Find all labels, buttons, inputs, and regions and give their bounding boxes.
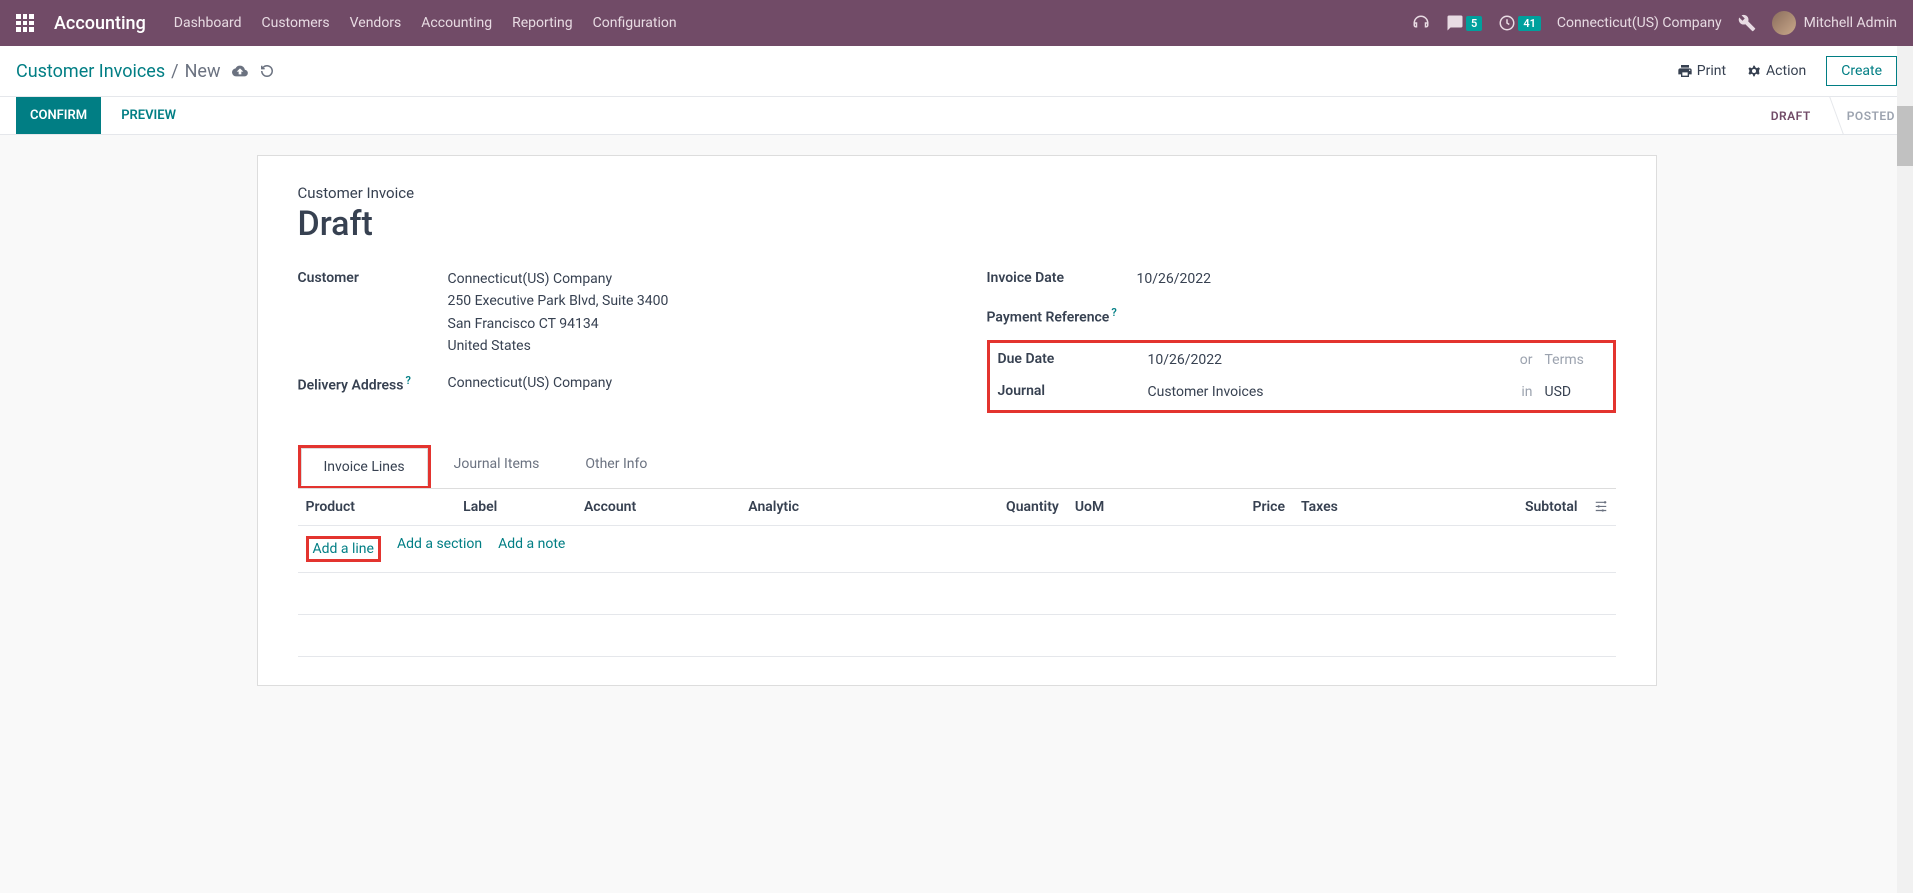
label-customer: Customer [298, 268, 448, 286]
create-button[interactable]: Create [1826, 56, 1897, 86]
col-uom: UoM [1067, 489, 1176, 526]
add-note-link[interactable]: Add a note [498, 536, 565, 562]
avatar [1772, 11, 1796, 35]
label-delivery-address: Delivery Address? [298, 372, 448, 394]
customer-city: San Francisco CT 94134 [448, 313, 927, 335]
tab-invoice-lines[interactable]: Invoice Lines [301, 448, 428, 486]
breadcrumb-parent[interactable]: Customer Invoices [16, 61, 165, 82]
breadcrumb-sep: / [171, 61, 178, 82]
nav-vendors[interactable]: Vendors [350, 15, 402, 31]
tabs: Invoice Lines Journal Items Other Info [298, 445, 1616, 489]
col-label: Label [455, 489, 576, 526]
nav-dashboard[interactable]: Dashboard [174, 15, 242, 31]
messages-icon[interactable]: 5 [1446, 14, 1482, 32]
col-analytic: Analytic [740, 489, 901, 526]
print-button[interactable]: Print [1677, 63, 1726, 79]
status-bar: CONFIRM PREVIEW DRAFT POSTED [0, 97, 1913, 135]
label-invoice-date: Invoice Date [987, 268, 1137, 286]
label-journal: Journal [998, 381, 1148, 399]
scrollbar-thumb[interactable] [1897, 106, 1913, 166]
nav-accounting[interactable]: Accounting [421, 15, 492, 31]
journal-in: in [1521, 381, 1532, 403]
debug-icon[interactable] [1738, 14, 1756, 32]
customer-field[interactable]: Connecticut(US) Company 250 Executive Pa… [448, 268, 927, 358]
highlight-box-journal: Due Date 10/26/2022 or Terms Journal Cus… [987, 340, 1616, 413]
table-row [298, 573, 1616, 615]
nav-customers[interactable]: Customers [262, 15, 330, 31]
form-subtitle: Customer Invoice [298, 184, 1616, 202]
col-account: Account [576, 489, 740, 526]
invoice-date-field[interactable]: 10/26/2022 [1137, 268, 1616, 290]
settings-icon [1594, 500, 1608, 514]
col-taxes: Taxes [1293, 489, 1420, 526]
table-row [298, 615, 1616, 657]
apps-icon[interactable] [16, 14, 34, 32]
col-settings[interactable] [1586, 489, 1616, 526]
breadcrumb-bar: Customer Invoices / New Print Action Cre… [0, 46, 1913, 97]
support-icon[interactable] [1412, 14, 1430, 32]
help-icon[interactable]: ? [405, 374, 410, 387]
tab-other-info[interactable]: Other Info [562, 445, 670, 488]
preview-button[interactable]: PREVIEW [121, 108, 176, 123]
brand-label[interactable]: Accounting [54, 13, 146, 34]
scrollbar[interactable] [1897, 46, 1913, 893]
col-price: Price [1176, 489, 1293, 526]
customer-name: Connecticut(US) Company [448, 268, 927, 290]
action-label: Action [1766, 63, 1806, 79]
col-subtotal: Subtotal [1420, 489, 1585, 526]
label-due-date: Due Date [998, 349, 1148, 367]
highlight-box-addline: Add a line [306, 536, 381, 562]
nav-reporting[interactable]: Reporting [512, 15, 573, 31]
col-quantity: Quantity [901, 489, 1067, 526]
messages-badge: 5 [1466, 16, 1482, 31]
action-menu[interactable]: Action [1746, 63, 1806, 79]
nav-configuration[interactable]: Configuration [593, 15, 677, 31]
terms-field[interactable]: Terms [1545, 349, 1605, 371]
confirm-button[interactable]: CONFIRM [16, 97, 101, 134]
status-draft[interactable]: DRAFT [1753, 97, 1829, 134]
currency-field[interactable]: USD [1545, 381, 1605, 403]
highlight-box-tab: Invoice Lines [298, 445, 431, 488]
due-date-field[interactable]: 10/26/2022 [1148, 349, 1508, 371]
breadcrumb: Customer Invoices / New [16, 61, 274, 82]
add-section-link[interactable]: Add a section [397, 536, 482, 562]
user-menu[interactable]: Mitchell Admin [1772, 11, 1897, 35]
tab-journal-items[interactable]: Journal Items [431, 445, 563, 488]
form-title: Draft [298, 204, 1616, 244]
activities-badge: 41 [1518, 16, 1541, 31]
delivery-address-field[interactable]: Connecticut(US) Company [448, 372, 927, 394]
navbar: Accounting Dashboard Customers Vendors A… [0, 0, 1913, 46]
invoice-lines-table: Product Label Account Analytic Quantity … [298, 489, 1616, 658]
journal-field[interactable]: Customer Invoices [1148, 381, 1510, 403]
cloud-upload-icon[interactable] [232, 63, 248, 79]
print-label: Print [1697, 63, 1726, 79]
discard-icon[interactable] [260, 64, 274, 78]
customer-street: 250 Executive Park Blvd, Suite 3400 [448, 290, 927, 312]
label-payment-reference: Payment Reference? [987, 304, 1137, 326]
breadcrumb-current: New [185, 61, 221, 82]
add-line-link[interactable]: Add a line [313, 541, 374, 557]
company-switcher[interactable]: Connecticut(US) Company [1557, 15, 1722, 31]
print-icon [1677, 63, 1693, 79]
help-icon[interactable]: ? [1111, 306, 1116, 319]
col-product: Product [298, 489, 456, 526]
customer-country: United States [448, 335, 927, 357]
user-name: Mitchell Admin [1804, 15, 1897, 31]
gear-icon [1746, 63, 1762, 79]
form-sheet: Customer Invoice Draft Customer Connecti… [257, 155, 1657, 686]
due-date-or: or [1520, 349, 1533, 371]
activities-icon[interactable]: 41 [1498, 14, 1541, 32]
